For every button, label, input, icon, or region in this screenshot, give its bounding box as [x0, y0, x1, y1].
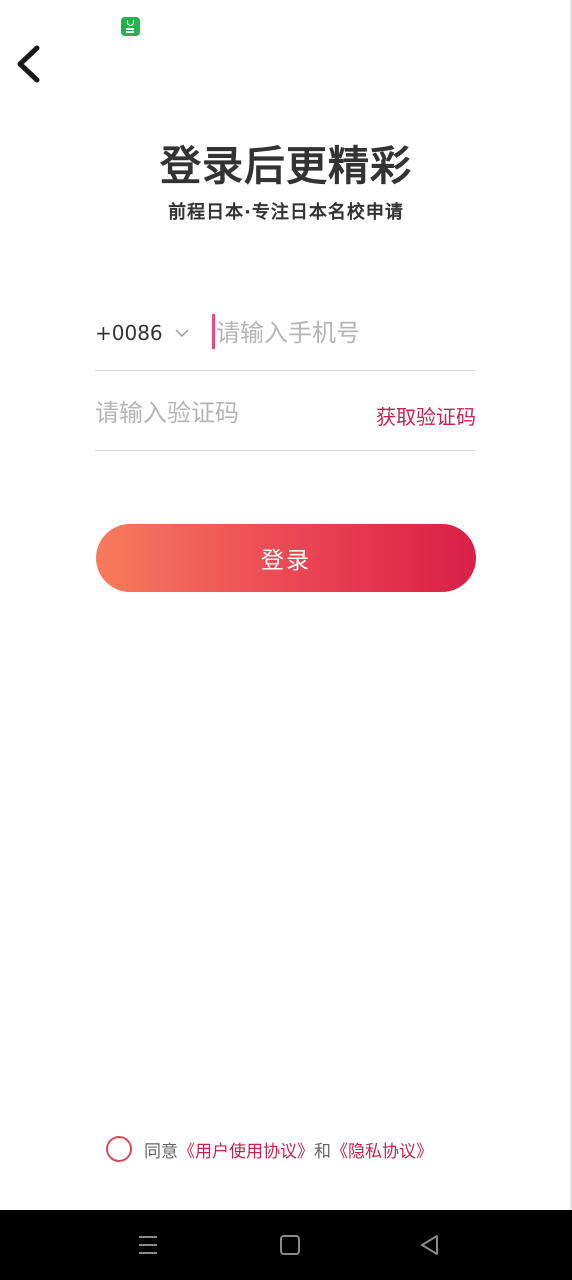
text-cursor: [212, 314, 215, 349]
user-agreement-link[interactable]: 《用户使用协议》: [178, 1137, 314, 1162]
agree-conjunction: 和: [314, 1141, 331, 1162]
privacy-policy-link[interactable]: 《隐私协议》: [331, 1137, 433, 1162]
chevron-down-icon: [175, 329, 189, 338]
verification-code-row: 获取验证码: [95, 388, 476, 451]
menu-icon: [139, 1236, 157, 1254]
nav-home-button[interactable]: [273, 1228, 307, 1262]
back-triangle-icon: [421, 1235, 438, 1255]
country-code-select[interactable]: +0086: [95, 308, 195, 358]
nav-menu-button[interactable]: [131, 1228, 165, 1262]
country-code-value: +0086: [95, 321, 163, 345]
phone-row: +0086: [95, 308, 476, 371]
back-button[interactable]: [10, 40, 54, 88]
page-subtitle: 前程日本·专注日本名校申请: [168, 202, 404, 223]
nav-back-button[interactable]: [413, 1228, 447, 1262]
login-button[interactable]: 登录: [96, 524, 476, 592]
agree-prefix: 同意: [144, 1141, 178, 1162]
page-title: 登录后更精彩: [160, 142, 412, 190]
get-code-button[interactable]: 获取验证码: [376, 401, 476, 430]
agreement-row: 同意 《用户使用协议》 和 《隐私协议》: [106, 1135, 506, 1163]
phone-input[interactable]: [216, 313, 474, 353]
back-chevron-icon: [17, 45, 40, 83]
home-square-icon: [280, 1235, 300, 1255]
status-app-icon: [121, 17, 140, 36]
system-nav-bar: [0, 1210, 572, 1280]
verification-code-input[interactable]: [95, 393, 345, 433]
agree-checkbox[interactable]: [106, 1136, 132, 1162]
